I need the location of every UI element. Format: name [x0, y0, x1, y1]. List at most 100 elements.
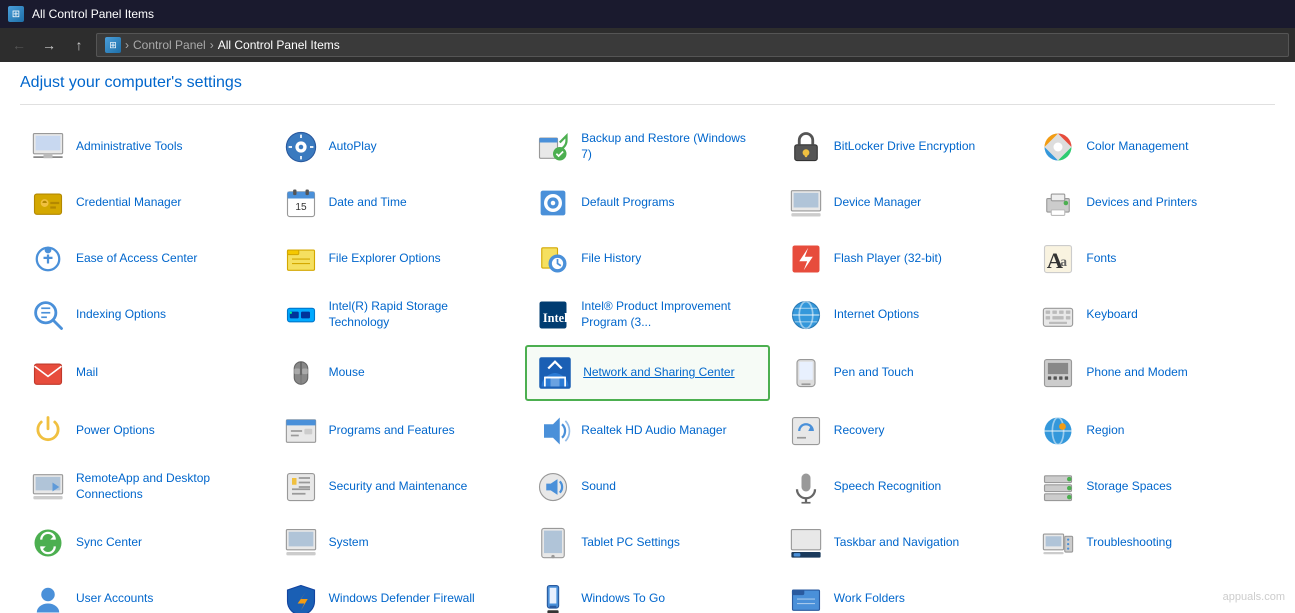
panel-item-security-maintenance[interactable]: Security and Maintenance [273, 461, 518, 513]
date-time-label: Date and Time [329, 195, 407, 211]
windows-to-go-label: Windows To Go [581, 591, 665, 607]
panel-item-file-explorer-options[interactable]: File Explorer Options [273, 233, 518, 285]
panel-item-sync-center[interactable]: Sync Center [20, 517, 265, 569]
intel-product-label: Intel® Product Improvement Program (3... [581, 299, 760, 330]
fonts-icon: Aa [1040, 241, 1076, 277]
user-accounts-label: User Accounts [76, 591, 153, 607]
watermark: appuals.com [1223, 591, 1285, 603]
panel-item-tablet-pc-settings[interactable]: Tablet PC Settings [525, 517, 770, 569]
sound-icon [535, 469, 571, 505]
region-label: Region [1086, 423, 1124, 439]
windows-defender-firewall-label: Windows Defender Firewall [329, 591, 475, 607]
power-options-icon [30, 413, 66, 449]
panel-item-windows-defender-firewall[interactable]: Windows Defender Firewall [273, 573, 518, 613]
svg-text:Intel: Intel [543, 311, 568, 325]
panel-item-phone-modem[interactable]: Phone and Modem [1030, 345, 1275, 401]
panel-item-indexing-options[interactable]: Indexing Options [20, 289, 265, 341]
panel-item-device-manager[interactable]: Device Manager [778, 177, 1023, 229]
work-folders-icon [788, 581, 824, 613]
panel-item-speech-recognition[interactable]: Speech Recognition [778, 461, 1023, 513]
date-time-icon: 15 [283, 185, 319, 221]
panel-item-administrative-tools[interactable]: Administrative Tools [20, 121, 265, 173]
svg-text:a: a [1061, 254, 1068, 269]
color-management-icon [1040, 129, 1076, 165]
panel-item-mail[interactable]: Mail [20, 345, 265, 401]
troubleshooting-label: Troubleshooting [1086, 535, 1172, 551]
panel-item-storage-spaces[interactable]: Storage Spaces [1030, 461, 1275, 513]
mouse-icon [283, 355, 319, 391]
windows-defender-firewall-icon [283, 581, 319, 613]
panel-item-autoplay[interactable]: AutoPlay [273, 121, 518, 173]
speech-recognition-label: Speech Recognition [834, 479, 941, 495]
region-icon [1040, 413, 1076, 449]
recovery-icon [788, 413, 824, 449]
backup-restore-label: Backup and Restore (Windows 7) [581, 131, 760, 162]
panel-item-region[interactable]: Region [1030, 405, 1275, 457]
file-history-label: File History [581, 251, 641, 267]
panel-item-file-history[interactable]: File History [525, 233, 770, 285]
panel-item-troubleshooting[interactable]: Troubleshooting [1030, 517, 1275, 569]
panel-item-devices-printers[interactable]: Devices and Printers [1030, 177, 1275, 229]
keyboard-icon [1040, 297, 1076, 333]
sound-label: Sound [581, 479, 616, 495]
security-maintenance-label: Security and Maintenance [329, 479, 468, 495]
storage-spaces-icon [1040, 469, 1076, 505]
title-bar: ⊞ All Control Panel Items [0, 0, 1295, 28]
panel-item-network-sharing[interactable]: Network and Sharing Center [525, 345, 770, 401]
network-sharing-icon [537, 355, 573, 391]
phone-modem-label: Phone and Modem [1086, 365, 1187, 381]
panel-item-system[interactable]: System [273, 517, 518, 569]
programs-features-label: Programs and Features [329, 423, 455, 439]
panel-item-color-management[interactable]: Color Management [1030, 121, 1275, 173]
panel-item-taskbar-navigation[interactable]: Taskbar and Navigation [778, 517, 1023, 569]
credential-manager-label: Credential Manager [76, 195, 181, 211]
device-manager-icon [788, 185, 824, 221]
panel-item-keyboard[interactable]: Keyboard [1030, 289, 1275, 341]
panel-item-default-programs[interactable]: Default Programs [525, 177, 770, 229]
indexing-options-label: Indexing Options [76, 307, 166, 323]
panel-item-date-time[interactable]: 15 Date and Time [273, 177, 518, 229]
devices-printers-label: Devices and Printers [1086, 195, 1197, 211]
panel-item-backup-restore[interactable]: Backup and Restore (Windows 7) [525, 121, 770, 173]
panel-item-pen-touch[interactable]: Pen and Touch [778, 345, 1023, 401]
panel-item-work-folders[interactable]: Work Folders [778, 573, 1023, 613]
path-all-items[interactable]: All Control Panel Items [218, 38, 340, 52]
panel-item-intel-rapid-storage[interactable]: Intel(R) Rapid Storage Technology [273, 289, 518, 341]
remoteapp-icon [30, 469, 66, 505]
panel-item-programs-features[interactable]: Programs and Features [273, 405, 518, 457]
speech-recognition-icon [788, 469, 824, 505]
intel-rapid-storage-label: Intel(R) Rapid Storage Technology [329, 299, 508, 330]
title-bar-icon: ⊞ [8, 6, 24, 22]
panel-item-recovery[interactable]: Recovery [778, 405, 1023, 457]
panel-item-fonts[interactable]: AaFonts [1030, 233, 1275, 285]
panel-item-credential-manager[interactable]: Credential Manager [20, 177, 265, 229]
internet-options-label: Internet Options [834, 307, 919, 323]
programs-features-icon [283, 413, 319, 449]
address-bar: ← → ↑ ⊞ › Control Panel › All Control Pa… [0, 28, 1295, 62]
page-title: Adjust your computer's settings [20, 74, 1275, 92]
panel-item-internet-options[interactable]: Internet Options [778, 289, 1023, 341]
path-control-panel[interactable]: Control Panel [133, 38, 206, 52]
forward-button[interactable]: → [36, 32, 62, 58]
intel-rapid-storage-icon [283, 297, 319, 333]
device-manager-label: Device Manager [834, 195, 921, 211]
back-button[interactable]: ← [6, 32, 32, 58]
mail-label: Mail [76, 365, 98, 381]
panel-item-intel-product[interactable]: Intel Intel® Product Improvement Program … [525, 289, 770, 341]
panel-item-power-options[interactable]: Power Options [20, 405, 265, 457]
panel-item-user-accounts[interactable]: User Accounts [20, 573, 265, 613]
divider [20, 104, 1275, 105]
file-history-icon [535, 241, 571, 277]
panel-item-ease-of-access[interactable]: Ease of Access Center [20, 233, 265, 285]
panel-item-bitlocker[interactable]: BitLocker Drive Encryption [778, 121, 1023, 173]
panel-item-windows-to-go[interactable]: Windows To Go [525, 573, 770, 613]
panel-item-realtek-audio[interactable]: Realtek HD Audio Manager [525, 405, 770, 457]
panel-item-mouse[interactable]: Mouse [273, 345, 518, 401]
panel-item-flash-player[interactable]: Flash Player (32-bit) [778, 233, 1023, 285]
panel-item-remoteapp[interactable]: RemoteApp and Desktop Connections [20, 461, 265, 513]
panel-item-sound[interactable]: Sound [525, 461, 770, 513]
ease-of-access-icon [30, 241, 66, 277]
up-button[interactable]: ↑ [66, 32, 92, 58]
system-icon [283, 525, 319, 561]
taskbar-navigation-icon [788, 525, 824, 561]
